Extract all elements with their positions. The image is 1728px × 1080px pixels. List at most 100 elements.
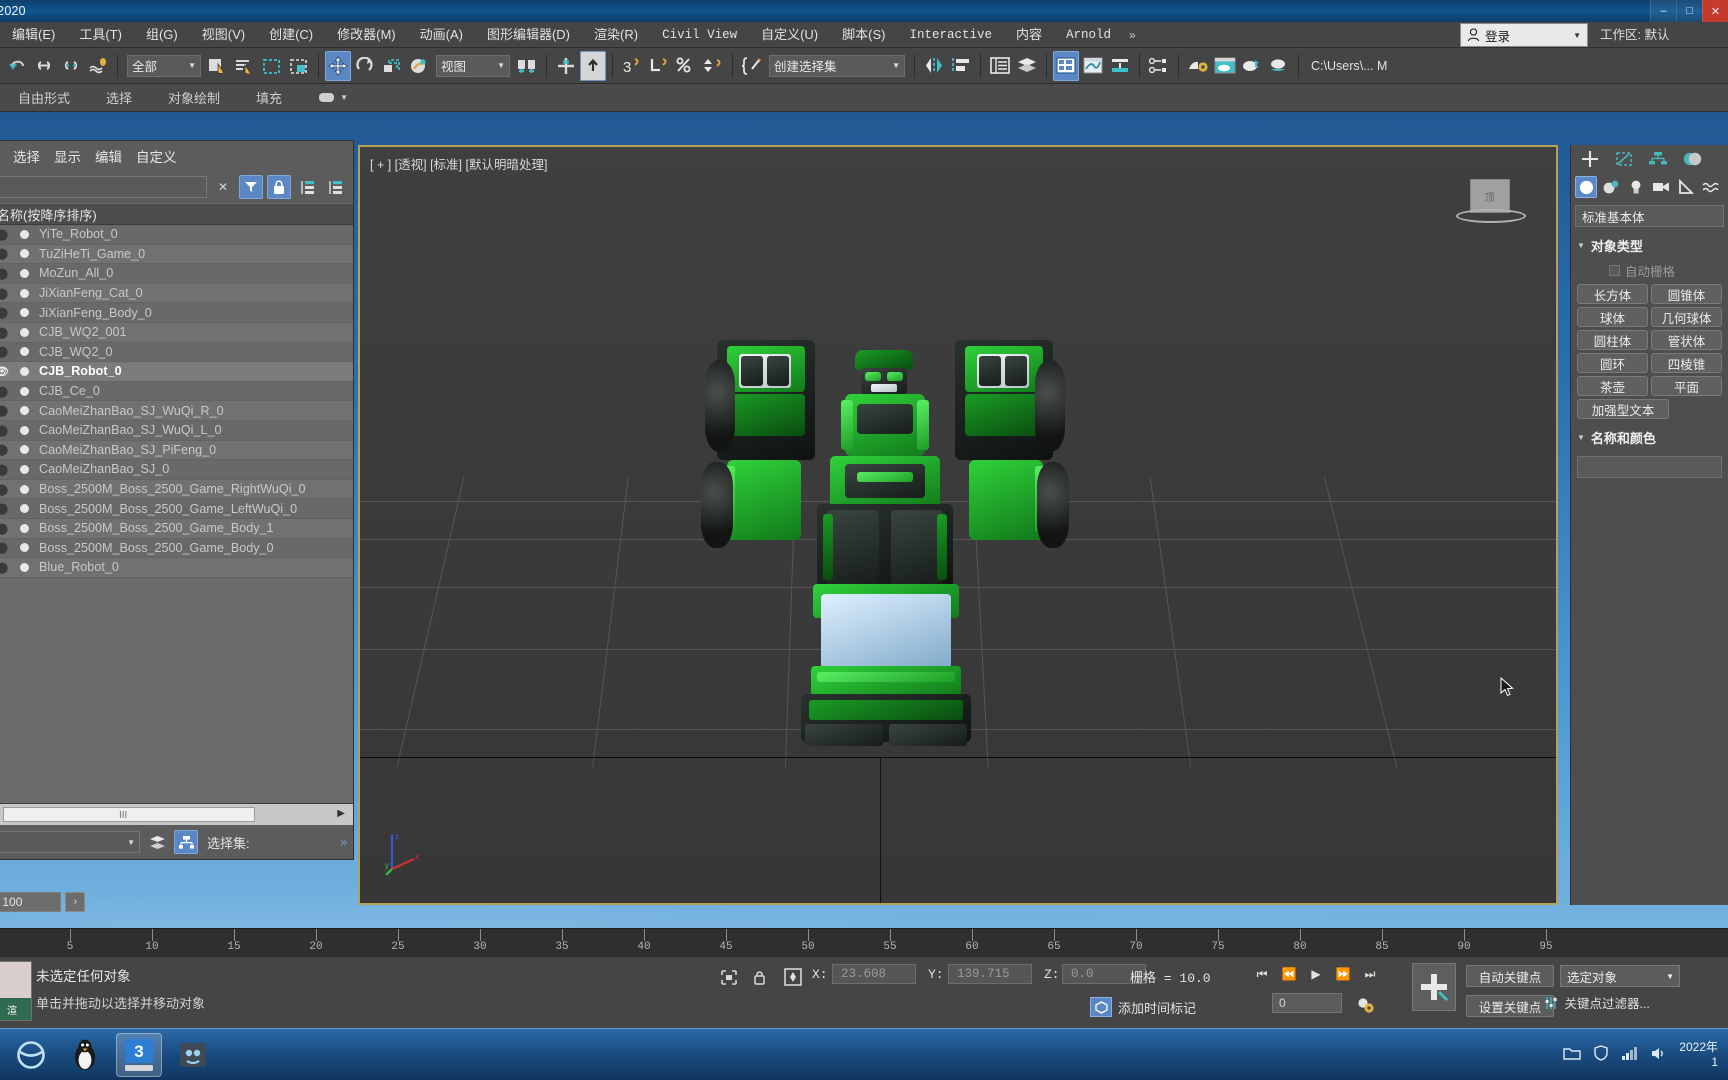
explorer-horizontal-scrollbar[interactable]: III ▶: [0, 803, 353, 825]
view-cube[interactable]: 顶: [1456, 177, 1526, 237]
rollout-name-color-header[interactable]: ▼ 名称和颜色: [1571, 425, 1728, 450]
hierarchy-tab[interactable]: [1643, 147, 1673, 171]
coord-y-field[interactable]: 139.715: [948, 964, 1032, 984]
modify-tab[interactable]: [1609, 147, 1639, 171]
percent-snap-icon2[interactable]: [646, 51, 672, 81]
next-frame-button[interactable]: ⏩: [1331, 963, 1355, 985]
ribbon-tab-freeform[interactable]: 自由形式: [0, 88, 88, 107]
table-row[interactable]: ⬤ JiXianFeng_Body_0: [0, 303, 353, 323]
rect-selection-region-icon[interactable]: [259, 51, 285, 81]
menu-interactive[interactable]: Interactive: [897, 22, 1004, 48]
close-button[interactable]: ✕: [1702, 0, 1728, 22]
visibility-icon[interactable]: ⬤: [0, 287, 15, 300]
lights-icon[interactable]: [1625, 176, 1647, 198]
curve-editor-icon[interactable]: [1080, 51, 1106, 81]
visibility-icon[interactable]: ⬤: [0, 463, 15, 476]
menu-rendering[interactable]: 渲染(R): [582, 22, 650, 48]
create-pyramid-button[interactable]: 四棱锥: [1651, 353, 1722, 373]
rollout-object-type-header[interactable]: ▼ 对象类型: [1571, 233, 1728, 258]
clear-search-icon[interactable]: ✕: [211, 175, 235, 199]
table-row[interactable]: ⬤ YiTe_Robot_0: [0, 225, 353, 245]
view-cube-compass-ring[interactable]: [1456, 209, 1526, 223]
space-warps-icon[interactable]: [1700, 176, 1722, 198]
explorer-expand-icon[interactable]: »: [340, 835, 347, 849]
login-dropdown[interactable]: 登录 ▼: [1460, 23, 1588, 47]
selection-lock-icon[interactable]: [748, 967, 770, 987]
use-pivot-center-icon[interactable]: [514, 51, 540, 81]
render-iterative-icon[interactable]: [1266, 51, 1292, 81]
play-button[interactable]: ▶: [1304, 963, 1328, 985]
create-cylinder-button[interactable]: 圆柱体: [1577, 330, 1648, 350]
explorer-object-list[interactable]: ⬤ YiTe_Robot_0 ⬤ TuZiHeTi_Game_0 ⬤ MoZun_Al…: [0, 225, 353, 803]
menu-civil-view[interactable]: Civil View: [650, 22, 749, 48]
window-crossing-toggle-icon[interactable]: [286, 51, 312, 81]
add-time-tag-row[interactable]: 添加时间标记: [1090, 997, 1196, 1017]
tray-volume-icon[interactable]: [1650, 1046, 1667, 1064]
select-and-scale-icon[interactable]: [379, 51, 405, 81]
visibility-icon[interactable]: 👁: [0, 365, 15, 378]
mirror-icon[interactable]: [921, 51, 947, 81]
menu-scripting[interactable]: 脚本(S): [830, 22, 897, 48]
ribbon-overflow-icon[interactable]: ▼: [300, 91, 366, 104]
toggle-scene-explorer-icon[interactable]: [1053, 50, 1079, 81]
track-bar[interactable]: 5 10 15 20 25 30 35 40 45 50 55 60 65 70…: [0, 928, 1728, 956]
reference-coordinate-combo[interactable]: 视图 ▼: [436, 54, 510, 77]
render-production-icon[interactable]: [1239, 51, 1265, 81]
ribbon-tab-fill[interactable]: 填充: [238, 88, 300, 107]
object-category-combo[interactable]: 标准基本体: [1575, 205, 1724, 227]
visibility-icon[interactable]: ⬤: [0, 404, 15, 417]
menu-tools[interactable]: 工具(T): [67, 22, 134, 48]
menu-overflow-icon[interactable]: »: [1123, 28, 1142, 42]
tray-shield-icon[interactable]: [1593, 1045, 1609, 1064]
table-row[interactable]: ⬤ Boss_2500M_Boss_2500_Game_RightWuQi_0: [0, 479, 353, 500]
visibility-icon[interactable]: ⬤: [0, 522, 15, 535]
explorer-menu-display[interactable]: 显示: [54, 146, 81, 166]
menu-animation[interactable]: 动画(A): [408, 22, 475, 48]
menu-edit[interactable]: 编辑(E): [0, 22, 67, 48]
app-icon[interactable]: [170, 1033, 216, 1077]
menu-group[interactable]: 组(G): [134, 22, 190, 48]
collapse-all-icon[interactable]: [323, 175, 347, 199]
snap-toggle-icon[interactable]: [553, 51, 579, 81]
robot-model-render[interactable]: [701, 332, 1069, 877]
visibility-icon[interactable]: ⬤: [0, 502, 15, 515]
percent-snap-icon[interactable]: [673, 51, 699, 81]
table-row[interactable]: ⬤ Boss_2500M_Boss_2500_Game_Body_0: [0, 538, 353, 559]
table-row[interactable]: ⬤ TuZiHeTi_Game_0: [0, 244, 353, 265]
menu-modifiers[interactable]: 修改器(M): [325, 22, 408, 48]
menu-graph-editors[interactable]: 图形编辑器(D): [475, 22, 582, 48]
menu-views[interactable]: 视图(V): [190, 22, 257, 48]
selection-filter-combo[interactable]: 全部 ▼: [127, 54, 201, 77]
explorer-column-header[interactable]: 名称(按降序排序): [0, 203, 353, 225]
create-tab[interactable]: [1575, 147, 1605, 171]
create-geosphere-button[interactable]: 几何球体: [1651, 307, 1722, 327]
table-row-selected[interactable]: 👁 CJB_Robot_0: [0, 362, 353, 382]
create-enhanced-text-button[interactable]: 加强型文本: [1577, 399, 1669, 419]
table-row[interactable]: ⬤ Blue_Robot_0: [0, 558, 353, 578]
time-configuration-icon[interactable]: [1355, 995, 1377, 1015]
visibility-icon[interactable]: ⬤: [0, 326, 15, 339]
create-torus-button[interactable]: 圆环: [1577, 353, 1648, 373]
rendered-frame-window-icon[interactable]: [1212, 51, 1238, 81]
create-tube-button[interactable]: 管状体: [1651, 330, 1722, 350]
layer-explorer-icon[interactable]: [987, 51, 1013, 81]
create-plane-button[interactable]: 平面: [1651, 376, 1722, 396]
lock-icon[interactable]: [267, 175, 291, 199]
table-row[interactable]: ⬤ CaoMeiZhanBao_SJ_WuQi_R_0: [0, 401, 353, 421]
autogrid-checkbox[interactable]: [1609, 265, 1620, 276]
viewport-canvas[interactable]: [ + ] [透视] [标准] [默认明暗处理] 顶 z y x: [360, 147, 1556, 903]
geometry-icon[interactable]: [1575, 176, 1597, 198]
time-tag-icon[interactable]: [1090, 997, 1112, 1017]
create-teapot-button[interactable]: 茶壶: [1577, 376, 1648, 396]
link-icon[interactable]: [31, 51, 57, 81]
select-and-move-icon[interactable]: [325, 50, 351, 81]
minimize-button[interactable]: –: [1650, 0, 1676, 22]
tray-network-icon[interactable]: [1621, 1046, 1638, 1064]
viewport-label[interactable]: [ + ] [透视] [标准] [默认明暗处理]: [370, 154, 547, 173]
visibility-icon[interactable]: ⬤: [0, 443, 15, 456]
view-cube-top-face[interactable]: 顶: [1470, 179, 1510, 213]
prev-frame-button[interactable]: ⏪: [1277, 963, 1301, 985]
add-time-tag-label[interactable]: 添加时间标记: [1118, 998, 1196, 1017]
select-by-name-icon[interactable]: [232, 51, 258, 81]
explorer-menu-customize[interactable]: 自定义: [136, 146, 177, 166]
